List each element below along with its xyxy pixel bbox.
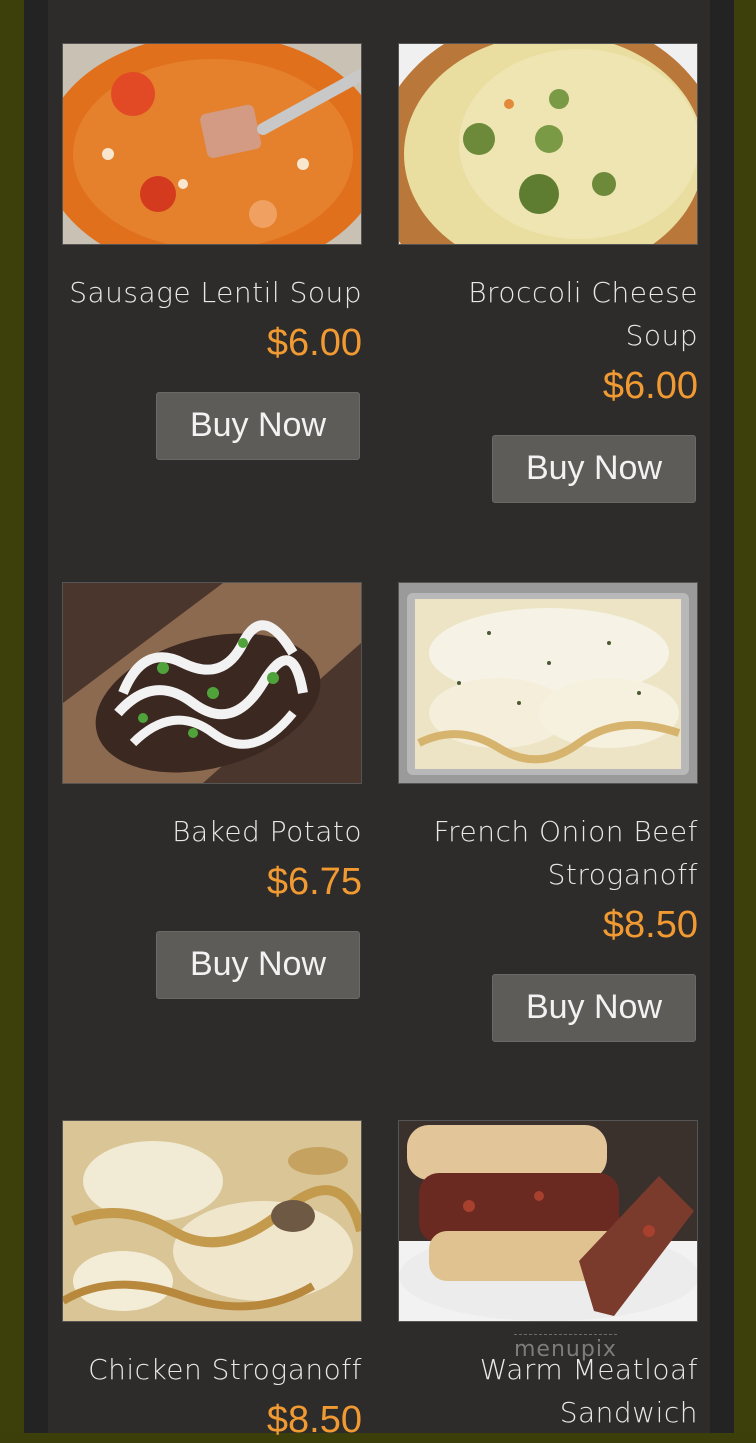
item-price: $6.00 <box>266 322 362 364</box>
right-border <box>734 0 756 1433</box>
item-photo[interactable] <box>62 1120 362 1322</box>
buy-now-button[interactable]: Buy Now <box>492 435 696 503</box>
menu-item: French Onion Beef Stroganoff $8.50 Buy N… <box>398 582 698 1042</box>
buy-now-button[interactable]: Buy Now <box>156 931 360 999</box>
item-name: French Onion Beef Stroganoff <box>433 815 698 891</box>
buy-now-button[interactable]: Buy Now <box>156 392 360 460</box>
left-border <box>0 0 24 1433</box>
menu-item: Broccoli Cheese Soup $6.00 Buy Now <box>398 43 698 503</box>
potato-photo-icon <box>63 583 361 783</box>
watermark: menupix <box>514 1334 617 1362</box>
stroganoff-photo-icon <box>63 1121 361 1321</box>
sandwich-photo-icon <box>399 1121 697 1321</box>
item-photo[interactable] <box>62 582 362 784</box>
buy-now-button[interactable]: Buy Now <box>492 974 696 1042</box>
item-price: $6.00 <box>602 365 698 407</box>
menu-item: Chicken Stroganoff $8.50 <box>62 1120 362 1443</box>
menu-item: Sausage Lentil Soup $6.00 Buy Now <box>62 43 362 460</box>
item-photo[interactable] <box>398 43 698 245</box>
menu-item: Baked Potato $6.75 Buy Now <box>62 582 362 999</box>
item-price: $8.50 <box>266 1399 362 1441</box>
item-name: Baked Potato <box>172 815 362 848</box>
item-name: Chicken Stroganoff <box>88 1353 362 1386</box>
item-price: $6.75 <box>266 861 362 903</box>
item-photo[interactable] <box>398 582 698 784</box>
soup-photo-icon <box>63 44 361 244</box>
item-name: Sausage Lentil Soup <box>69 276 362 309</box>
casserole-photo-icon <box>399 583 697 783</box>
soup-photo-icon <box>399 44 697 244</box>
item-name: Broccoli Cheese Soup <box>468 276 698 352</box>
item-photo[interactable] <box>62 43 362 245</box>
item-photo[interactable] <box>398 1120 698 1322</box>
item-price: $8.50 <box>602 904 698 946</box>
left-frame <box>24 0 48 1433</box>
menu-item: Warm Meatloaf Sandwich <box>398 1120 698 1434</box>
right-frame <box>710 0 734 1433</box>
